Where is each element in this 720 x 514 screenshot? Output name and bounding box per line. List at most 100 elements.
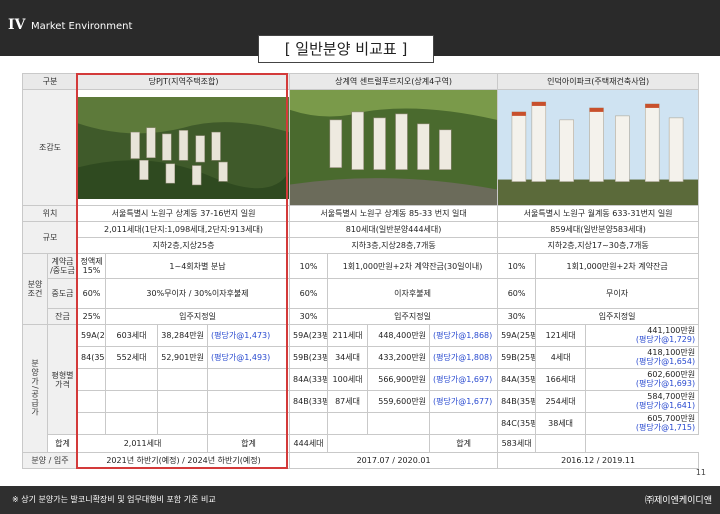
balance-desc-2: 입주지정일	[327, 308, 499, 326]
total-row: 합계 2,011세대 합계 444세대 합계 583세대	[23, 434, 699, 454]
balance-desc-1: 입주지정일	[105, 308, 291, 326]
unit-price-per-pyeong: (평당가@1,868)	[429, 324, 499, 348]
scale-units-3: 859세대(일반분양583세대)	[497, 221, 700, 239]
middle-desc-1: 30%무이자 / 30%이자후불제	[105, 278, 291, 310]
unit-price	[157, 412, 209, 436]
unit-price: 559,600만원	[367, 390, 431, 414]
price-row: 분양가/공급가평형별 가격59A(26평)603세대38,284만원(평당가@1…	[22, 324, 700, 454]
price-row: 84(35평)552세대52,901만원(평당가@1,493)59B(23평)3…	[23, 346, 700, 370]
price-group-label: 분양가/공급가	[22, 324, 48, 454]
unit-count	[105, 412, 159, 436]
unit-price: 566,900만원	[367, 368, 431, 392]
scale-row-floors: 지하2층,지상25층 지하3층,지상28층,7개동 지하2층,지상17~30층,…	[23, 237, 700, 255]
footer-note: ※ 상기 분양가는 발코니확장비 및 업무대행비 포함 기준 비교	[12, 495, 216, 504]
unit-type	[77, 412, 107, 436]
price-row: 84C(35평)38세대605,700만원(평당가@1,715)	[23, 412, 700, 436]
price-row: 84A(33평)100세대566,900만원(평당가@1,697)84A(35평…	[23, 368, 700, 392]
unit-type: 84A(35평)	[497, 368, 537, 392]
location-3: 서울특별시 노원구 월계동 633-31번지 일원	[497, 205, 700, 223]
total-empty-3	[535, 434, 587, 454]
location-2: 서울특별시 노원구 상계동 85-33 번지 일대	[289, 205, 499, 223]
unit-count: 254세대	[535, 390, 587, 414]
total-empty-2	[327, 434, 431, 454]
unit-price-per-pyeong: (평당가@1,654)	[635, 356, 696, 366]
unit-price-per-pyeong: (평당가@1,473)	[207, 324, 291, 348]
unit-type: 84C(35평)	[497, 412, 537, 436]
scale-row-units: 규모 2,011세대(1단지:1,098세대,2단지:913세대) 810세대(…	[21, 221, 700, 255]
section-number: IV	[8, 17, 26, 33]
schedule-1: 2021년 하반기(예정) / 2024년 하반기(예정)	[77, 452, 291, 470]
unit-price: 38,284만원	[157, 324, 209, 348]
scale-floors-3: 지하2층,지상17~30층,7개동	[497, 237, 700, 255]
photo-row: 조감도	[21, 88, 700, 207]
balance-desc-3: 입주지정일	[535, 308, 700, 326]
deposit-desc-2: 1회1,000만원+2차 계약잔금(30일이내)	[327, 253, 499, 280]
unit-count	[105, 390, 159, 414]
deposit-label: 계약금 /중도금	[46, 253, 79, 280]
scale-floors-2: 지하3층,지상28층,7개동	[289, 237, 499, 255]
location-row: 위치 서울특별시 노원구 상계동 37-16번지 일원 서울특별시 노원구 상계…	[21, 205, 700, 223]
aerial-image-2	[289, 88, 499, 207]
unit-count: 38세대	[535, 412, 587, 436]
schedule-3: 2016.12 / 2019.11	[497, 452, 700, 470]
unit-price-cell: 441,100만원 (평당가@1,729)	[585, 324, 700, 348]
unit-count: 552세대	[105, 346, 159, 370]
unit-price: 448,400만원	[367, 324, 431, 348]
aerial-image-1	[77, 88, 291, 207]
unit-price	[367, 412, 431, 436]
unit-type	[289, 412, 329, 436]
unit-count: 4세대	[535, 346, 587, 370]
unit-price-per-pyeong: (평당가@1,808)	[429, 346, 499, 370]
location-label: 위치	[21, 205, 79, 223]
deposit-pct-1: 정액제 15%	[77, 253, 107, 280]
scale-units-2: 810세대(일반분양444세대)	[289, 221, 499, 239]
unit-price-per-pyeong: (평당가@1,715)	[635, 422, 696, 432]
unit-type: 84B(35평)	[497, 390, 537, 414]
comparison-table: 구분 당PJT(지역주택조합) 상계역 센트럴푸르지오(상계4구역) 인덕아이파…	[21, 73, 700, 470]
unit-price-cell: 602,600만원 (평당가@1,693)	[585, 368, 700, 392]
unit-count: 166세대	[535, 368, 587, 392]
header-project-1: 당PJT(지역주택조합)	[77, 73, 291, 90]
unit-price-per-pyeong: (평당가@1,729)	[635, 334, 696, 344]
total-label-1: 합계	[46, 434, 79, 454]
aerial-image-3	[497, 88, 700, 207]
middle-row: 중도금 60% 30%무이자 / 30%이자후불제 60% 이자후불제 60% …	[23, 278, 700, 310]
unit-price-per-pyeong: (평당가@1,677)	[429, 390, 499, 414]
table-header-row: 구분 당PJT(지역주택조합) 상계역 센트럴푸르지오(상계4구역) 인덕아이파…	[21, 73, 700, 90]
unit-price: 433,200만원	[367, 346, 431, 370]
unit-type: 84A(33평)	[289, 368, 329, 392]
balance-pct-2: 30%	[289, 308, 329, 326]
deposit-pct-3: 10%	[497, 253, 537, 280]
price-row: 84B(33평)87세대559,600만원(평당가@1,677)84B(35평)…	[23, 390, 700, 414]
header-project-3: 인덕아이파크(주택재건축사업)	[497, 73, 700, 90]
unit-type	[77, 368, 107, 392]
deposit-desc-3: 1회1,000만원+2차 계약잔금	[535, 253, 700, 280]
balance-pct-1: 25%	[77, 308, 107, 326]
photo-label: 조감도	[21, 88, 79, 207]
unit-type: 59A(26평)	[77, 324, 107, 348]
unit-count: 34세대	[327, 346, 369, 370]
unit-count: 211세대	[327, 324, 369, 348]
middle-desc-2: 이자후불제	[327, 278, 499, 310]
balance-row: 잔금 25% 입주지정일 30% 입주지정일 30% 입주지정일	[23, 308, 700, 326]
unit-price-per-pyeong	[429, 412, 499, 436]
unit-count: 121세대	[535, 324, 587, 348]
total-units-1: 2,011세대	[77, 434, 209, 454]
company-name: ㈜제이엔케이디앤	[645, 496, 712, 506]
unit-price	[157, 390, 209, 414]
total-units-2: 444세대	[289, 434, 329, 454]
unit-price-per-pyeong: (평당가@1,641)	[635, 400, 696, 410]
unit-type: 59B(25평)	[497, 346, 537, 370]
unit-count	[105, 368, 159, 392]
header-label: 구분	[21, 73, 79, 90]
unit-count: 87세대	[327, 390, 369, 414]
deposit-type-1: 정액제	[80, 257, 103, 267]
balance-label: 잔금	[46, 308, 79, 326]
middle-pct-1: 60%	[77, 278, 107, 310]
header-project-2: 상계역 센트럴푸르지오(상계4구역)	[289, 73, 499, 90]
scale-label: 규모	[21, 221, 79, 255]
unit-type: 59A(25평)	[497, 324, 537, 348]
unit-price: 52,901만원	[157, 346, 209, 370]
deposit-desc-1: 1~4회차별 분납	[105, 253, 291, 280]
unit-type: 84B(33평)	[289, 390, 329, 414]
